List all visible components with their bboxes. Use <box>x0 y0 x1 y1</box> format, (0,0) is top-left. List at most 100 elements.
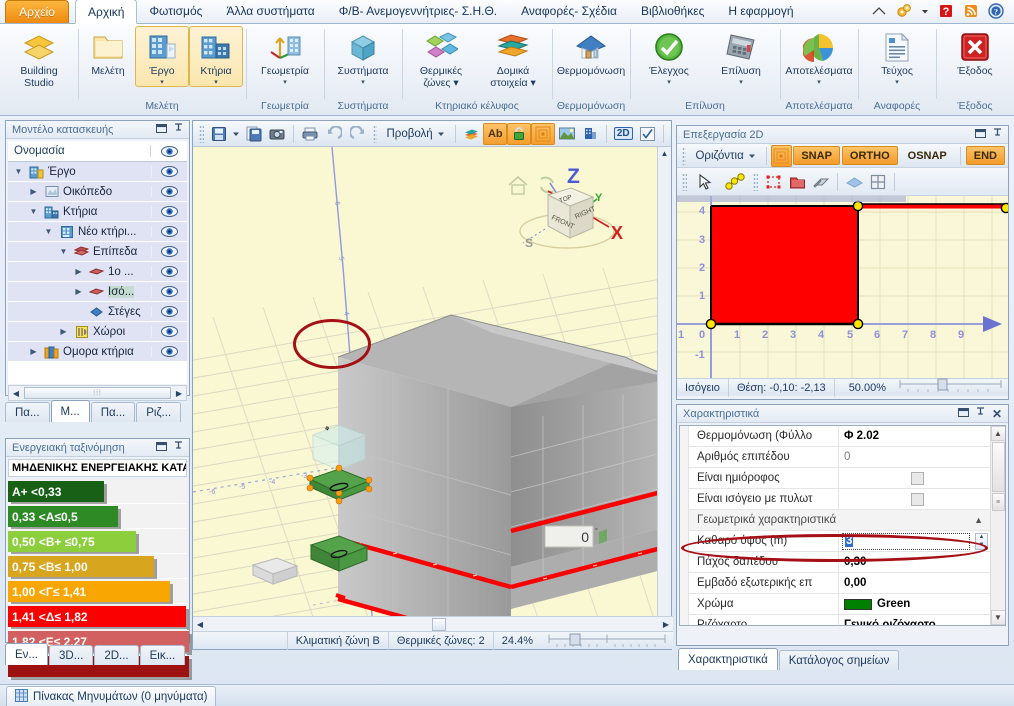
eye-icon[interactable] <box>151 186 187 197</box>
window-grid-icon[interactable] <box>866 171 890 193</box>
tree-row[interactable]: ▶ Ισό... <box>8 282 187 302</box>
menu-tab-2[interactable]: Άλλα συστήματα <box>214 0 326 23</box>
property-row[interactable]: Καθαρό ύψος (m) 3 ▲ ▼ <box>689 530 990 552</box>
energy-tab-3[interactable]: Εικ... <box>139 645 186 665</box>
scrollbar-grip[interactable]: ≡ <box>991 493 1005 511</box>
save-icon[interactable] <box>207 123 231 145</box>
landscape-icon[interactable] <box>555 123 579 145</box>
property-value[interactable]: 3 ▲ ▼ <box>839 532 990 550</box>
undo-icon[interactable] <box>322 123 346 145</box>
tree-row[interactable]: ▶ Οικόπεδο <box>8 182 187 202</box>
ribbon-button-έργο[interactable]: Έργο ▾ <box>135 26 189 87</box>
checkbox-icon[interactable] <box>910 471 924 485</box>
property-value[interactable] <box>839 492 990 506</box>
help-red-icon[interactable]: ? <box>938 3 954 19</box>
tree-tab-3[interactable]: Ριζ... <box>136 402 182 422</box>
property-grid-scrollbar[interactable]: ▲ ≡ ▼ <box>990 426 1005 625</box>
property-value[interactable]: 0,00 <box>839 577 990 589</box>
tree-row[interactable]: ▶ 1ο ... <box>8 262 187 282</box>
2d-zoom-slider[interactable] <box>898 378 1003 397</box>
scroll-up-icon[interactable]: ▲ <box>658 147 671 160</box>
menu-tab-4[interactable]: Αναφορές- Σχέδια <box>509 0 629 23</box>
prop-tab-1[interactable]: Κατάλογος σημείων <box>778 650 900 670</box>
eye-icon[interactable] <box>151 286 187 297</box>
chevron-down-icon[interactable]: ▼ <box>57 247 70 256</box>
tree-row[interactable]: ▶ Χώροι <box>8 322 187 342</box>
chevron-right-icon[interactable]: ▶ <box>57 327 70 336</box>
energy-tab-0[interactable]: Εν... <box>5 643 49 665</box>
toolbar-grip[interactable] <box>682 146 687 165</box>
roof-blue-icon[interactable] <box>842 171 866 193</box>
viewport-horizontal-scrollbar[interactable]: ◀ ▶ <box>193 616 673 631</box>
property-value[interactable]: 0,30 <box>839 556 990 568</box>
pin-icon[interactable] <box>174 440 183 455</box>
scrollbar-thumb[interactable]: ⦙⦙⦙ <box>24 387 171 399</box>
chevron-down-icon[interactable]: ▾ <box>817 79 821 86</box>
pin-icon[interactable] <box>976 406 985 421</box>
gears-icon[interactable] <box>896 3 912 19</box>
ribbon-button-building-studio[interactable]: Building Studio <box>3 26 75 90</box>
ribbon-button-επίλυση[interactable]: Επίλυση ▾ <box>705 26 777 87</box>
property-row[interactable]: Ριζόχαρτο Γενικό ριζόχαρτο <box>689 614 990 625</box>
tree-row[interactable]: ▼ Επίπεδα <box>8 242 187 262</box>
eye-icon[interactable] <box>151 346 187 357</box>
scroll-right-icon[interactable]: ▶ <box>172 389 186 398</box>
chevron-right-icon[interactable]: ▶ <box>27 187 40 196</box>
restore-icon[interactable] <box>975 128 986 141</box>
menu-tab-5[interactable]: Βιβλιοθήκες <box>629 0 716 23</box>
property-row[interactable]: Αριθμός επιπέδου 0 <box>689 446 990 468</box>
text-annotation-button[interactable]: Ab <box>483 122 508 145</box>
ribbon-button-γεωμετρία[interactable]: Γεωμετρία ▾ <box>249 26 321 87</box>
toolbar-grip[interactable] <box>753 172 758 191</box>
snap-button-end[interactable]: END <box>965 146 1005 165</box>
scroll-left-icon[interactable]: ◀ <box>193 620 207 629</box>
eye-icon[interactable] <box>151 206 187 217</box>
camera-icon[interactable] <box>265 123 289 145</box>
property-row[interactable]: Πάχος δαπέδου 0,30 <box>689 551 990 573</box>
chevron-down-icon[interactable]: ▼ <box>12 167 25 176</box>
tree-tab-1[interactable]: Μ... <box>50 400 90 422</box>
menu-tab-3[interactable]: Φ/Β- Ανεμογεννήτριες- Σ.Η.Θ. <box>327 0 509 23</box>
scrollbar-thumb[interactable] <box>991 442 1005 492</box>
menu-tab-0[interactable]: Αρχική <box>75 0 138 24</box>
ribbon-button-θερμικές-ζώνες[interactable]: Θερμικές ζώνες ▾ <box>405 26 477 90</box>
ribbon-button-συστήματα[interactable]: Συστήματα ▾ <box>327 26 399 87</box>
eye-icon[interactable] <box>151 306 187 317</box>
2d-toggle-button[interactable]: 2D <box>611 123 635 145</box>
restore-icon[interactable] <box>957 407 969 420</box>
building-blue-icon[interactable] <box>579 123 603 145</box>
restore-icon[interactable] <box>156 441 167 454</box>
property-value[interactable]: Φ 2.02 <box>839 430 990 442</box>
chevron-down-icon[interactable]: ▾ <box>283 79 287 86</box>
toolbar-grip[interactable] <box>682 172 687 191</box>
move-nodes-icon[interactable] <box>761 171 785 193</box>
printer-icon[interactable] <box>298 123 322 145</box>
ribbon-button-έλεγχος[interactable]: Έλεγχος ▾ <box>633 26 705 87</box>
tree-horizontal-scrollbar[interactable]: ◀ ⦙⦙⦙ ▶ <box>8 385 187 401</box>
chevron-right-icon[interactable]: ▶ <box>72 267 85 276</box>
ribbon-button-δομικά-στοιχεία[interactable]: Δομικά στοιχεία ▾ <box>477 26 549 90</box>
ribbon-button-μελέτη[interactable]: Μελέτη <box>81 26 135 79</box>
tree-row[interactable]: ▼ Κτήρια <box>8 202 187 222</box>
cursor-arrow-icon[interactable] <box>690 171 720 193</box>
property-row[interactable]: Εμβαδό εξωτερικής επ 0,00 <box>689 572 990 594</box>
property-value[interactable] <box>839 471 990 485</box>
tree-row[interactable]: Στέγες <box>8 302 187 322</box>
eye-icon[interactable] <box>151 166 187 177</box>
ribbon-button-κτήρια[interactable]: Κτήρια ▾ <box>189 26 243 87</box>
eye-icon[interactable] <box>151 326 187 337</box>
snap-button-ortho[interactable]: ORTHO <box>841 146 898 165</box>
property-value[interactable]: Γενικό ριζόχαρτο <box>839 619 990 625</box>
tree-row[interactable]: ▶ Ομορα κτήρια <box>8 342 187 362</box>
tree-row[interactable]: ▼ Έργο <box>8 162 187 182</box>
property-value[interactable]: 0 <box>839 451 990 463</box>
ribbon-button-έξοδος[interactable]: Έξοδος <box>939 26 1011 79</box>
chevron-down-icon[interactable]: ▾ <box>214 79 218 86</box>
chevron-up-icon[interactable]: ▲ <box>974 515 990 525</box>
pin-icon[interactable] <box>993 127 1002 142</box>
toolbar-grip[interactable] <box>372 124 378 143</box>
property-grid[interactable]: Θερμομόνωση (Φύλλο Φ 2.02 Αριθμός επιπέδου… <box>679 425 1006 626</box>
chevron-down-icon[interactable]: ▼ <box>27 207 40 216</box>
chevron-down-icon[interactable]: ▾ <box>739 79 743 86</box>
tree-list[interactable]: ▼ Έργο ▶ Οικόπεδο ▼ Κτήρια ▼ Νέο κτήρι... ▼ Επίπε… <box>8 162 187 384</box>
